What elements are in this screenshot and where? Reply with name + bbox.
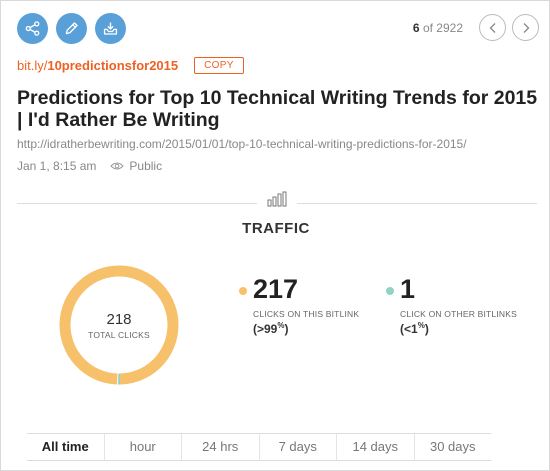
inbox-icon	[103, 22, 118, 35]
share-button[interactable]	[17, 13, 48, 44]
link-meta: Jan 1, 8:15 am Public	[17, 159, 162, 173]
shortlink[interactable]: bit.ly/10predictionsfor2015	[17, 58, 178, 73]
edit-button[interactable]	[56, 13, 87, 44]
share-icon	[25, 21, 40, 36]
inbox-button[interactable]	[95, 13, 126, 44]
edit-icon	[65, 22, 78, 35]
pager-count: 6 of 2922	[413, 21, 463, 35]
pager: 6 of 2922	[413, 14, 539, 41]
legend-dot-this	[239, 286, 247, 295]
other-bitlinks-label: CLICK ON OTHER BITLINKS	[400, 309, 518, 319]
total-clicks-label: TOTAL CLICKS	[88, 329, 150, 340]
tab-30-days[interactable]: 30 days	[413, 434, 492, 460]
pager-total: of 2922	[422, 20, 463, 35]
this-bitlink-pct: (>99%)	[253, 321, 359, 336]
divider	[17, 203, 257, 204]
bar-chart-icon	[267, 191, 287, 207]
long-url[interactable]: http://idratherbewriting.com/2015/01/01/…	[17, 137, 467, 151]
eye-icon	[110, 161, 125, 171]
pct-value: (<1	[400, 322, 418, 336]
toolbar	[17, 13, 126, 44]
shortlink-row: bit.ly/10predictionsfor2015 COPY	[17, 57, 244, 74]
traffic-heading: TRAFFIC	[242, 220, 310, 237]
tab-all-time[interactable]: All time	[27, 434, 104, 460]
tab-14-days[interactable]: 14 days	[336, 434, 414, 460]
tab-hour[interactable]: hour	[103, 434, 182, 460]
this-bitlink-label: CLICKS ON THIS BITLINK	[253, 309, 360, 319]
this-bitlink-clicks: 217	[253, 274, 299, 304]
page-title: Predictions for Top 10 Technical Writing…	[17, 87, 538, 131]
visibility-label: Public	[129, 159, 163, 173]
divider	[297, 203, 537, 204]
pct-value: (>99	[253, 322, 278, 336]
stat-other-bitlinks: 1 CLICK ON OTHER BITLINKS (<1%)	[386, 275, 517, 336]
pct-close: )	[424, 322, 429, 336]
pct-sign: %	[417, 321, 425, 330]
created-date: Jan 1, 8:15 am	[17, 159, 97, 173]
chevron-left-icon	[489, 22, 495, 33]
donut-center: 218 TOTAL CLICKS	[57, 263, 181, 387]
tab-24-hrs[interactable]: 24 hrs	[181, 434, 259, 460]
stat-this-bitlink: 217 CLICKS ON THIS BITLINK (>99%)	[239, 275, 359, 336]
other-bitlinks-pct: (<1%)	[400, 321, 517, 336]
legend-dot-other	[386, 286, 394, 295]
pager-current: 6	[412, 20, 420, 35]
shortlink-path: 10predictionsfor2015	[47, 58, 179, 73]
chevron-right-icon	[523, 22, 529, 33]
next-button[interactable]	[512, 14, 539, 41]
pct-close: )	[284, 322, 289, 336]
other-bitlinks-clicks: 1	[400, 274, 416, 304]
copy-button[interactable]: COPY	[194, 57, 244, 74]
shortlink-domain: bit.ly/	[17, 58, 48, 73]
link-detail-panel: 6 of 2922 bit.ly/10predictionsfor2015 CO…	[0, 0, 550, 471]
tab-7-days[interactable]: 7 days	[258, 434, 337, 460]
previous-button[interactable]	[479, 14, 506, 41]
time-range-tabs: All time hour 24 hrs 7 days 14 days 30 days	[27, 433, 491, 461]
total-clicks-value: 218	[106, 310, 132, 328]
